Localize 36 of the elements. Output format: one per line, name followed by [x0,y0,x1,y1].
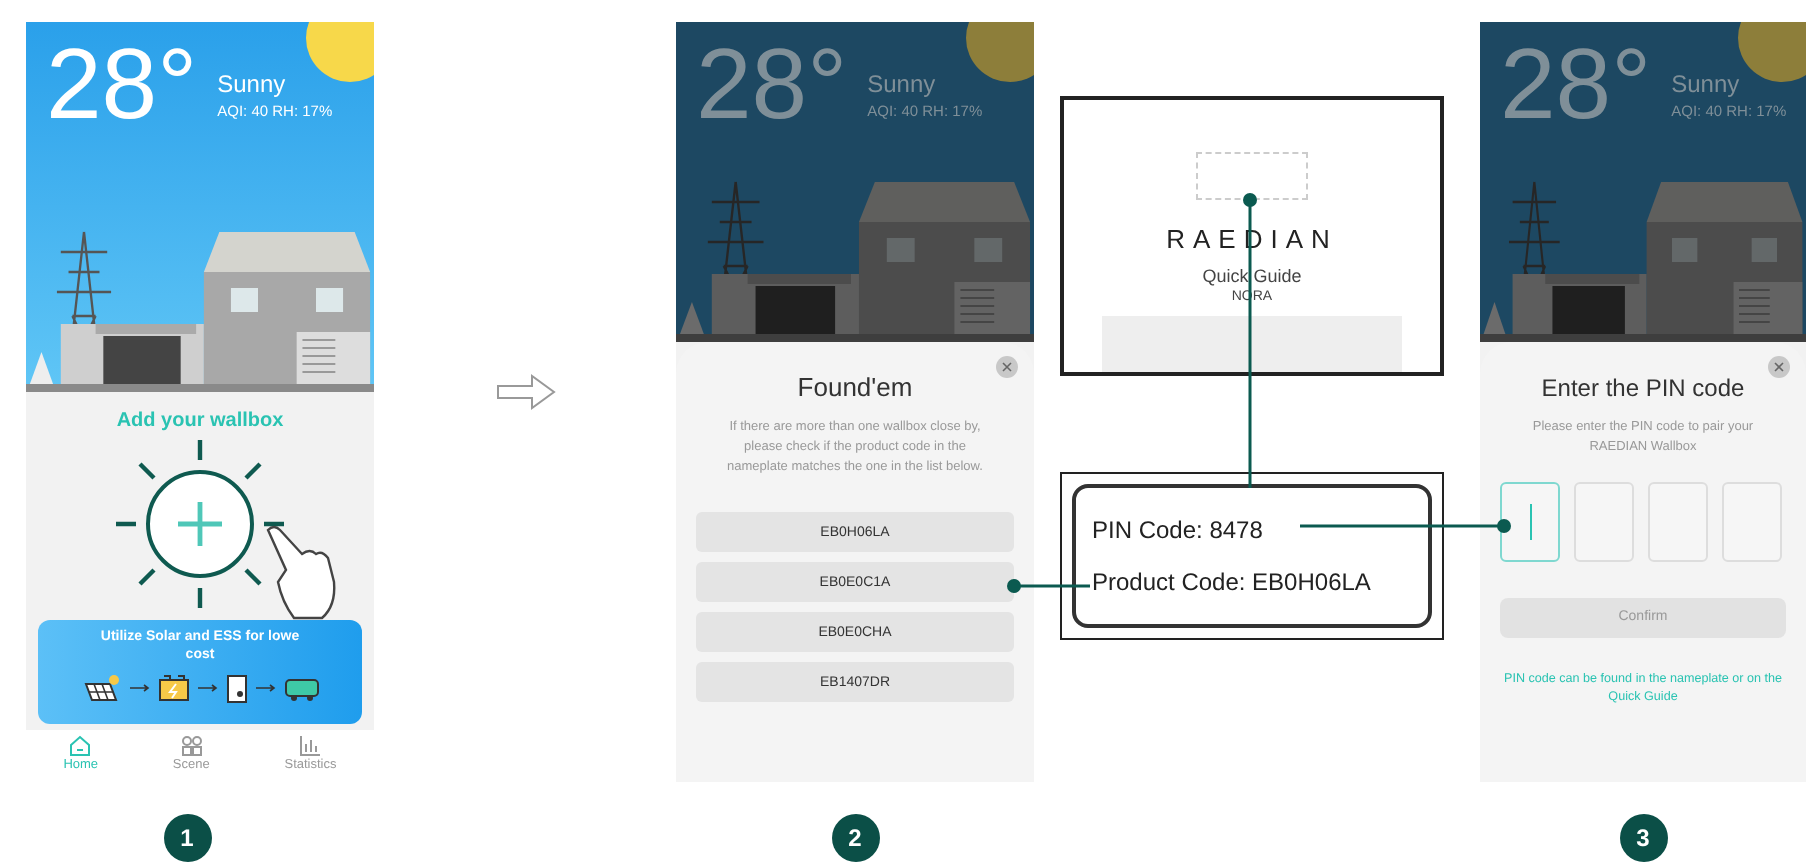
right-arrow-icon [495,374,555,410]
solar-panel-icon [81,672,121,704]
add-wallbox-button[interactable] [112,436,288,612]
temperature: 28° [1500,34,1652,134]
sheet-title: Found'em [797,370,913,406]
car-icon [283,674,319,702]
wallbox-icon [225,673,247,703]
close-button[interactable] [1768,356,1790,378]
weather-condition: Sunny [867,70,938,98]
close-icon [1002,362,1012,372]
home-icon [68,734,93,758]
arrow-icon [255,684,275,692]
close-icon [1774,362,1784,372]
step-number: 3 [1619,814,1667,862]
weather-condition: Sunny [217,70,288,98]
pin-digit-field[interactable] [1648,481,1708,561]
temperature: 28° [46,34,198,134]
hand-pointer-icon [262,522,338,622]
bar-chart-icon [298,734,323,758]
sheet-title: Enter the PIN code [1541,372,1745,406]
leader-line [1007,579,1090,593]
weather-condition: Sunny [1671,70,1742,98]
close-button[interactable] [996,356,1018,378]
pin-digit-field[interactable] [1722,481,1782,561]
step-number: 2 [831,814,879,862]
grid-icon [179,734,204,758]
pin-code-text: PIN Code: 8478 [1092,516,1263,544]
temperature: 28° [696,34,848,134]
pin-digit-field[interactable] [1574,481,1634,561]
arrow-icon [197,684,217,692]
arrow-icon [129,684,149,692]
battery-icon [157,674,189,702]
product-code-text: Product Code: EB0H06LA [1092,568,1371,596]
step-number: 1 [163,814,211,862]
pin-digit-field[interactable] [1500,481,1560,561]
add-wallbox-title: Add your wallbox [116,408,284,436]
